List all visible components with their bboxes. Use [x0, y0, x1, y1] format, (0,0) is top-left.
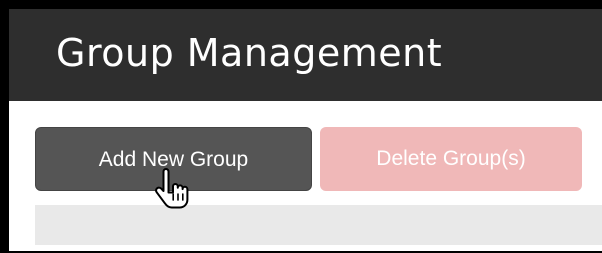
page-title: Group Management: [56, 31, 443, 75]
toolbar: Add New Group Delete Group(s): [9, 101, 602, 251]
app-frame: Group Management Add New Group Delete Gr…: [0, 0, 602, 253]
hand-pointer-icon: [155, 168, 189, 209]
delete-groups-button[interactable]: Delete Group(s): [320, 127, 582, 191]
content-area: [35, 205, 602, 245]
page-header: Group Management: [9, 9, 602, 101]
